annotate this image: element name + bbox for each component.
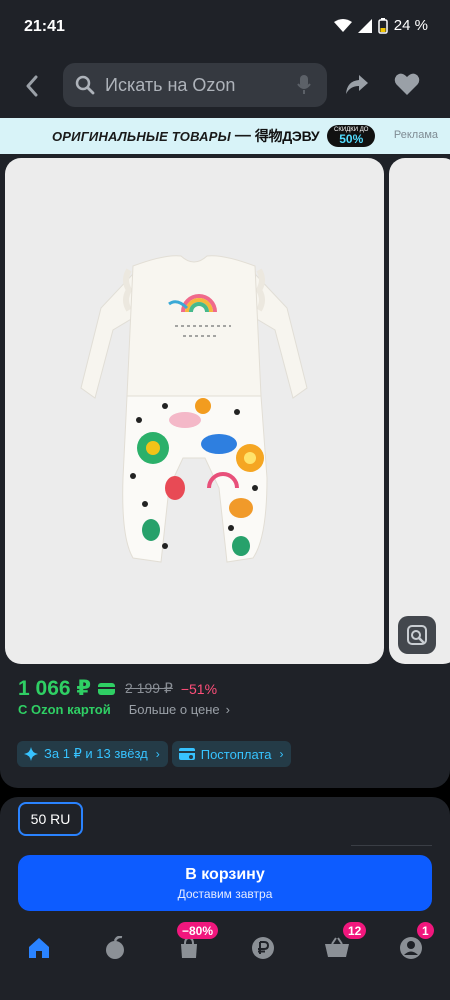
nav-fresh[interactable] xyxy=(101,934,129,962)
ad-label: Реклама xyxy=(393,129,438,141)
payment-chips: За 1 ₽ и 13 звёзд › Постоплата › xyxy=(17,741,292,767)
image-search-icon xyxy=(407,625,427,645)
profile-icon xyxy=(400,937,422,959)
price-details: С Ozon картой Больше о цене › xyxy=(18,702,230,717)
search-field[interactable]: Искать на Ozon xyxy=(63,63,327,107)
price-current: 1 066 ₽ xyxy=(18,677,91,700)
top-bar: Искать на Ozon xyxy=(0,56,450,118)
profile-badge: 1 xyxy=(417,922,434,939)
ozon-card-label: С Ozon картой xyxy=(18,702,111,717)
ad-sale-pill: СКИДКИ ДО 50% xyxy=(327,125,376,147)
ruble-icon xyxy=(252,937,274,959)
postpay-label: Постоплата xyxy=(200,746,272,762)
search-placeholder: Искать на Ozon xyxy=(105,74,236,95)
price-discount: −51% xyxy=(180,680,218,697)
cart-button-title: В корзину xyxy=(185,865,265,883)
image-search-button[interactable] xyxy=(398,616,436,654)
search-icon xyxy=(75,75,95,95)
cart-button-subtitle: Доставим завтра xyxy=(177,886,273,901)
add-to-cart-button[interactable]: В корзину Доставим завтра xyxy=(18,855,432,911)
wifi-icon xyxy=(333,18,352,32)
price-old: 2 199 ₽ xyxy=(125,680,173,696)
product-image[interactable] xyxy=(5,158,384,664)
ad-sale-value: 50% xyxy=(339,132,364,146)
ad-text: ОРИГИНАЛЬНЫЕ ТОВАРЫ xyxy=(52,128,231,144)
nav-profile[interactable]: 1 xyxy=(397,922,434,962)
product-image-next[interactable] xyxy=(389,158,450,664)
divider xyxy=(351,845,432,846)
chevron-right-icon: › xyxy=(155,747,160,761)
cart-icon xyxy=(325,937,349,957)
price-row: 1 066 ₽ 2 199 ₽ −51% xyxy=(18,676,217,701)
ad-dash: — xyxy=(234,127,251,144)
back-button[interactable] xyxy=(18,72,46,100)
chevron-right-icon: › xyxy=(225,702,230,717)
stars-offer-chip[interactable]: За 1 ₽ и 13 звёзд › xyxy=(17,741,168,767)
promo-badge: −80% xyxy=(177,922,219,939)
microphone-icon[interactable] xyxy=(297,75,311,95)
nav-cart[interactable]: 12 xyxy=(323,922,367,962)
ozon-card-icon xyxy=(98,682,115,695)
home-icon xyxy=(29,938,49,958)
ad-brand: 得物ДЭВУ xyxy=(254,128,320,144)
battery-icon xyxy=(378,17,388,34)
share-button[interactable] xyxy=(344,72,372,100)
sparkle-icon xyxy=(24,747,38,761)
more-about-price-link[interactable]: Больше о цене xyxy=(129,702,220,717)
postpay-icon xyxy=(178,748,195,760)
nav-home[interactable] xyxy=(25,934,53,962)
gesture-area xyxy=(0,976,450,1000)
heart-icon xyxy=(394,73,420,95)
battery-percent: 24 % xyxy=(393,17,428,34)
ad-banner[interactable]: ОРИГИНАЛЬНЫЕ ТОВАРЫ — 得物ДЭВУ СКИДКИ ДО 5… xyxy=(0,118,450,154)
favorite-button[interactable] xyxy=(394,72,422,100)
bottom-nav: −80% 12 1 xyxy=(0,922,450,970)
stars-offer-label: За 1 ₽ и 13 звёзд xyxy=(44,746,148,761)
chevron-left-icon xyxy=(26,75,38,97)
size-option-selected[interactable]: 50 RU xyxy=(18,802,83,836)
sale-bag-icon xyxy=(181,937,197,958)
product-card: 1 066 ₽ 2 199 ₽ −51% С Ozon картой Больш… xyxy=(0,154,450,788)
status-time: 21:41 xyxy=(24,18,65,35)
status-bar: 21:41 24 % xyxy=(0,0,450,56)
nav-finance[interactable] xyxy=(249,934,277,962)
nav-promo[interactable]: −80% xyxy=(175,922,219,962)
postpay-chip[interactable]: Постоплата › xyxy=(171,741,292,767)
signal-icon xyxy=(357,18,372,33)
share-icon xyxy=(346,75,368,94)
fruit-icon xyxy=(106,936,124,959)
baby-sleepsuit-image xyxy=(80,255,308,563)
chevron-right-icon: › xyxy=(279,747,284,761)
cart-badge: 12 xyxy=(343,922,367,939)
status-icons: 24 % xyxy=(333,17,428,34)
